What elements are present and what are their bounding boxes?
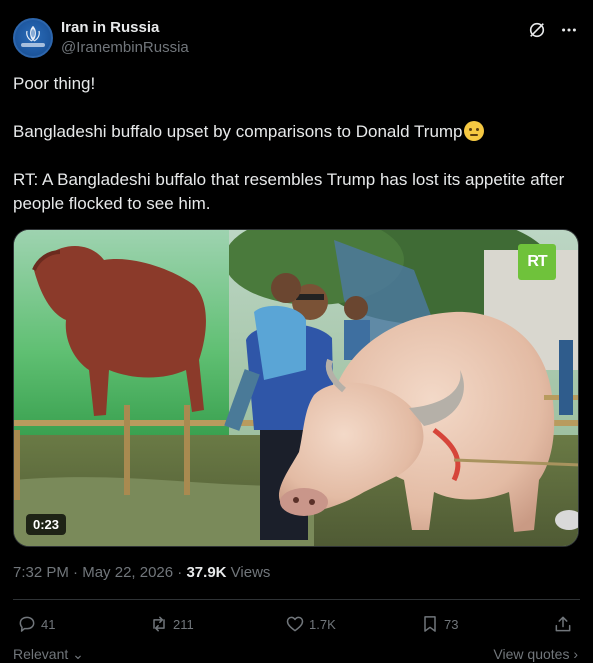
views-count: 37.9K bbox=[186, 564, 227, 581]
view-quotes-label: View quotes bbox=[493, 646, 570, 662]
tweet-meta: 7:32 PM · May 22, 2026 · 37.9K Views bbox=[13, 564, 270, 581]
author-handle[interactable]: @IranembinRussia bbox=[61, 39, 189, 56]
iran-embassy-emblem-icon bbox=[26, 26, 40, 42]
emblem-script bbox=[21, 43, 45, 47]
sort-relevant-dropdown[interactable]: Relevant ⌄ bbox=[13, 646, 84, 663]
sort-label: Relevant bbox=[13, 646, 69, 662]
tweet-text: Poor thing! Bangladeshi buffalo upset by… bbox=[13, 72, 573, 216]
tweet-line-2-text: Bangladeshi buffalo upset by comparisons… bbox=[13, 122, 463, 141]
tweet-header: Iran in Russia @IranembinRussia bbox=[13, 16, 580, 60]
rt-watermark: RT bbox=[518, 244, 556, 280]
reply-count: 41 bbox=[41, 616, 56, 632]
video-frame bbox=[14, 230, 578, 546]
reply-button[interactable]: 41 bbox=[17, 610, 55, 638]
heart-icon bbox=[286, 616, 304, 632]
reply-icon bbox=[19, 616, 35, 632]
tweet-line-3: RT: A Bangladeshi buffalo that resembles… bbox=[13, 170, 565, 213]
bookmark-icon bbox=[424, 616, 436, 632]
meta-separator: · bbox=[68, 564, 83, 581]
like-count: 1.7K bbox=[309, 616, 336, 632]
tweet-line-1: Poor thing! bbox=[13, 74, 96, 93]
tweet-date[interactable]: May 22, 2026 bbox=[82, 564, 173, 581]
avatar[interactable] bbox=[13, 18, 53, 58]
author-name[interactable]: Iran in Russia bbox=[61, 19, 159, 36]
neutral-face-emoji-icon bbox=[463, 121, 484, 141]
chevron-down-icon: ⌄ bbox=[68, 646, 84, 662]
repost-button[interactable]: 211 bbox=[149, 610, 194, 638]
more-options-icon[interactable] bbox=[560, 21, 578, 39]
action-bar: 41 211 1.7K 73 bbox=[13, 610, 580, 638]
video-player[interactable]: RT 0:23 bbox=[13, 229, 579, 547]
divider bbox=[13, 599, 580, 600]
grok-icon[interactable] bbox=[528, 21, 546, 39]
video-duration: 0:23 bbox=[26, 514, 67, 535]
share-icon bbox=[555, 616, 571, 632]
repost-count: 211 bbox=[173, 616, 194, 632]
repost-icon bbox=[153, 616, 165, 632]
like-button[interactable]: 1.7K bbox=[285, 610, 336, 638]
chevron-right-icon: › bbox=[569, 646, 578, 662]
bookmark-count: 73 bbox=[444, 616, 459, 632]
tweet-time[interactable]: 7:32 PM bbox=[13, 564, 69, 581]
meta-separator: · bbox=[173, 564, 187, 581]
bookmark-button[interactable]: 73 bbox=[420, 610, 458, 638]
views-label: Views bbox=[226, 564, 271, 581]
view-quotes-link[interactable]: View quotes › bbox=[493, 646, 578, 662]
tweet-line-2: Bangladeshi buffalo upset by comparisons… bbox=[13, 120, 573, 144]
share-button[interactable] bbox=[553, 610, 577, 638]
